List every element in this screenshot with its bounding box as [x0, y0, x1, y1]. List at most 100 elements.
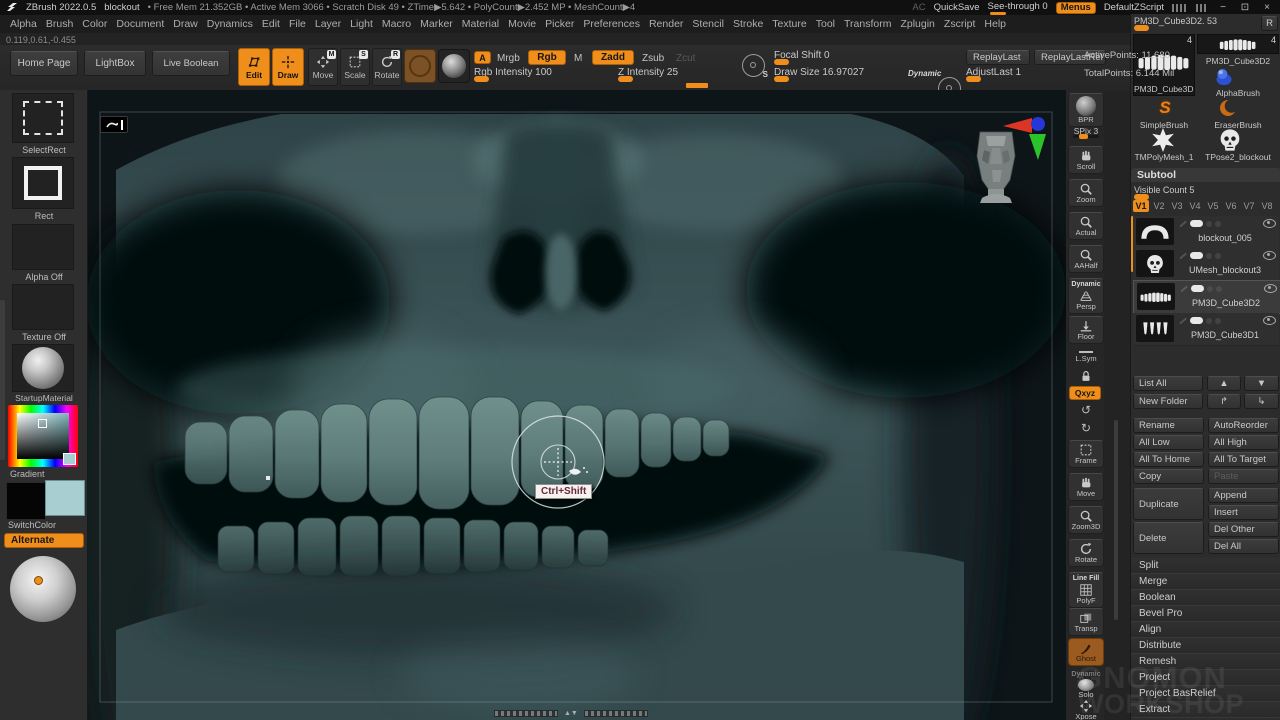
scale-button[interactable]: S Scale	[340, 48, 370, 86]
subtool-header[interactable]: Subtool	[1131, 168, 1280, 182]
rotate3d-button[interactable]: Rotate	[1068, 539, 1104, 567]
lightbox-button[interactable]: LightBox	[84, 51, 146, 76]
paint-toggle-icon[interactable]	[1179, 220, 1186, 226]
z-intensity-knob[interactable]	[618, 76, 633, 82]
section-merge[interactable]: Merge	[1131, 574, 1280, 590]
tool-size-slider[interactable]: PM3D_Cube3D2. 53	[1134, 16, 1258, 27]
frame-button[interactable]: Frame	[1068, 440, 1104, 468]
move-out-folder-button[interactable]: ↱	[1207, 394, 1241, 409]
visibility-pill-icon[interactable]	[1190, 252, 1203, 259]
tmpolymesh-tool[interactable]	[1151, 128, 1179, 152]
visible-count-slider[interactable]: Visible Count 5	[1134, 185, 1278, 196]
eye-icon[interactable]	[1263, 316, 1276, 325]
move-canvas-button[interactable]: Move	[1068, 473, 1104, 501]
edit-button[interactable]: Edit	[238, 48, 270, 86]
tray-scrollbar[interactable]	[0, 300, 5, 460]
move-button[interactable]: M Move	[308, 48, 338, 86]
aahalf-button[interactable]: AAHalf	[1068, 245, 1104, 273]
new-folder-button[interactable]: New Folder	[1133, 394, 1203, 409]
texture-off-button[interactable]	[12, 284, 74, 330]
home-page-button[interactable]: Home Page	[10, 51, 78, 76]
del-all-button[interactable]: Del All	[1208, 539, 1279, 554]
subtool-row-cube3d2-selected[interactable]: PM3D_Cube3D2	[1133, 280, 1280, 314]
menu-brush[interactable]: Brush	[46, 18, 73, 30]
panel-scrollbar[interactable]	[1114, 420, 1118, 620]
polyframe-button[interactable]: Line Fill PolyF	[1068, 572, 1104, 608]
visibility-pill-icon[interactable]	[1190, 220, 1203, 227]
eraserbrush-tool[interactable]	[1217, 98, 1241, 118]
toggle-dot-icon[interactable]	[1215, 318, 1221, 324]
rotation-lock-button[interactable]	[1068, 366, 1104, 386]
secondary-color-swatch[interactable]	[45, 480, 85, 516]
stroke-type-icon[interactable]: S	[742, 54, 765, 77]
tab-v2[interactable]: V2	[1151, 200, 1167, 212]
menu-layer[interactable]: Layer	[315, 18, 341, 30]
section-bevel-pro[interactable]: Bevel Pro	[1131, 606, 1280, 622]
draw-size-slider[interactable]: Draw Size 16.97027	[774, 67, 902, 78]
dynamic-label[interactable]: Dynamic	[908, 69, 941, 78]
viewport-canvas[interactable]: Ctrl+Shift ▲▼	[88, 90, 1066, 720]
main-color-swatch[interactable]	[6, 482, 46, 520]
stroke-selectrect-button[interactable]	[12, 93, 74, 143]
adjust-last-knob[interactable]	[966, 76, 981, 82]
rename-button[interactable]: Rename	[1133, 418, 1204, 433]
paste-button[interactable]: Paste	[1208, 469, 1279, 484]
menu-texture[interactable]: Texture	[772, 18, 806, 30]
current-material-button[interactable]	[438, 49, 470, 83]
zcut-button[interactable]: Zcut	[676, 53, 695, 64]
paint-toggle-icon[interactable]	[1180, 285, 1187, 291]
quicksave-button[interactable]: QuickSave	[934, 2, 980, 13]
switchcolor-label[interactable]: SwitchColor	[0, 520, 88, 530]
tab-v4[interactable]: V4	[1187, 200, 1203, 212]
rgb-button[interactable]: Rgb	[528, 50, 566, 65]
menu-light[interactable]: Light	[350, 18, 373, 30]
tab-v3[interactable]: V3	[1169, 200, 1185, 212]
eye-icon[interactable]	[1263, 219, 1276, 228]
rotate-left-button[interactable]: ↺	[1068, 402, 1104, 418]
alternate-button[interactable]: Alternate	[4, 533, 84, 548]
menu-draw[interactable]: Draw	[173, 18, 198, 30]
menu-material[interactable]: Material	[462, 18, 499, 30]
quick-pick-thumbnail[interactable]: 4	[1197, 34, 1279, 54]
mrgb-button[interactable]: Mrgb	[497, 53, 520, 64]
duplicate-button[interactable]: Duplicate	[1133, 488, 1204, 520]
color-cursor[interactable]	[38, 419, 47, 428]
tab-v8[interactable]: V8	[1259, 200, 1275, 212]
section-extract[interactable]: Extract	[1131, 702, 1280, 718]
tab-v5[interactable]: V5	[1205, 200, 1221, 212]
all-to-target-button[interactable]: All To Target	[1208, 452, 1279, 467]
eye-icon[interactable]	[1263, 251, 1276, 260]
alpha-rect-button[interactable]	[12, 157, 74, 209]
scroll-button[interactable]: Scroll	[1068, 146, 1104, 174]
see-through-slider[interactable]: See-through 0	[988, 1, 1048, 14]
subtool-row-cube3d1[interactable]: PM3D_Cube3D1	[1133, 313, 1279, 346]
brush-preview-icon[interactable]	[1196, 4, 1208, 12]
default-zscript-button[interactable]: DefaultZScript	[1104, 2, 1164, 13]
active-tool-thumbnail[interactable]: 4 PM3D_Cube3D2	[1133, 34, 1195, 96]
m-button[interactable]: M	[574, 53, 582, 64]
xpose-button[interactable]: Xpose	[1068, 696, 1104, 720]
toggle-dot-icon[interactable]	[1215, 221, 1221, 227]
move-up-button[interactable]: ▲	[1207, 376, 1241, 391]
toggle-dot-icon[interactable]	[1206, 253, 1212, 259]
menu-file[interactable]: File	[289, 18, 306, 30]
zadd-button[interactable]: Zadd	[592, 50, 634, 65]
append-button[interactable]: Append	[1208, 488, 1279, 503]
menu-stencil[interactable]: Stencil	[692, 18, 724, 30]
menu-color[interactable]: Color	[82, 18, 107, 30]
light-placement-sphere[interactable]	[10, 556, 76, 622]
move-into-folder-button[interactable]: ↳	[1244, 394, 1279, 409]
alpha-channel-chip[interactable]: A	[474, 51, 491, 64]
menu-marker[interactable]: Marker	[420, 18, 453, 30]
light-position-dot[interactable]	[34, 576, 43, 585]
visibility-pill-icon[interactable]	[1190, 317, 1203, 324]
menu-picker[interactable]: Picker	[545, 18, 574, 30]
r-button[interactable]: R	[1261, 16, 1278, 31]
toggle-dot-icon[interactable]	[1216, 286, 1222, 292]
menu-help[interactable]: Help	[984, 18, 1006, 30]
menu-dynamics[interactable]: Dynamics	[207, 18, 253, 30]
section-boolean[interactable]: Boolean	[1131, 590, 1280, 606]
z-intensity-slider[interactable]: Z Intensity 25	[618, 67, 736, 78]
zsub-button[interactable]: Zsub	[642, 53, 664, 64]
simplebrush-tool[interactable]: S	[1153, 98, 1177, 118]
